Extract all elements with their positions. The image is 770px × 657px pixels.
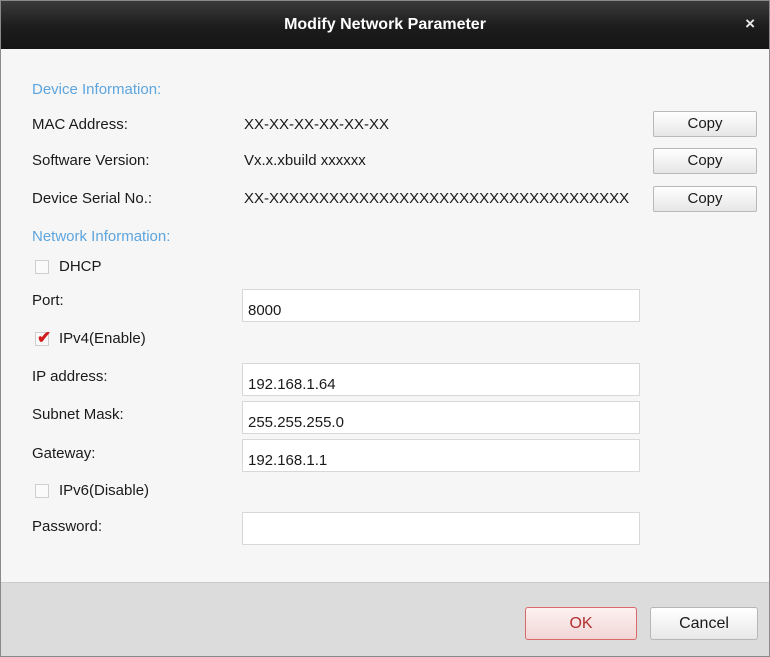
title-bar: Modify Network Parameter × [1,1,769,49]
software-version-value: Vx.x.xbuild xxxxxx [244,152,366,169]
serial-number-label: Device Serial No.: [32,190,153,207]
ipv6-row: IPv6(Disable) [35,482,149,499]
port-label: Port: [32,292,64,309]
ip-address-input[interactable] [242,363,640,396]
ipv6-checkbox[interactable] [35,483,49,498]
dhcp-label: DHCP [59,258,102,275]
subnet-mask-input[interactable] [242,401,640,434]
copy-software-version-button[interactable]: Copy [653,148,757,174]
software-version-label: Software Version: [32,152,150,169]
cancel-button[interactable]: Cancel [650,607,758,640]
copy-serial-button[interactable]: Copy [653,186,757,212]
ipv4-checkbox[interactable]: ✔ [35,328,51,347]
gateway-label: Gateway: [32,445,96,462]
port-input[interactable] [242,289,640,322]
copy-mac-button[interactable]: Copy [653,111,757,137]
mac-address-label: MAC Address: [32,116,128,133]
ip-address-label: IP address: [32,368,108,385]
subnet-mask-label: Subnet Mask: [32,406,124,423]
network-information-heading: Network Information: [32,228,171,245]
dialog-title: Modify Network Parameter [284,16,486,33]
ipv4-row: ✔ IPv4(Enable) [35,328,146,347]
ipv6-label: IPv6(Disable) [59,482,150,499]
mac-address-value: XX-XX-XX-XX-XX-XX [244,116,390,133]
password-input[interactable] [242,512,640,545]
password-label: Password: [32,518,103,535]
checkmark-icon: ✔ [37,327,52,347]
ok-button[interactable]: OK [525,607,637,640]
ipv4-label: IPv4(Enable) [59,330,146,347]
serial-number-value: XX-XXXXXXXXXXXXXXXXXXXXXXXXXXXXXXXXXXXX [244,190,630,207]
dhcp-row: DHCP [35,258,102,275]
dialog-footer: OK Cancel [1,582,769,656]
modify-network-dialog: Modify Network Parameter × Device Inform… [0,0,770,657]
gateway-input[interactable] [242,439,640,472]
dhcp-checkbox[interactable] [35,259,49,274]
device-information-heading: Device Information: [32,81,162,98]
close-icon[interactable]: × [745,14,755,34]
